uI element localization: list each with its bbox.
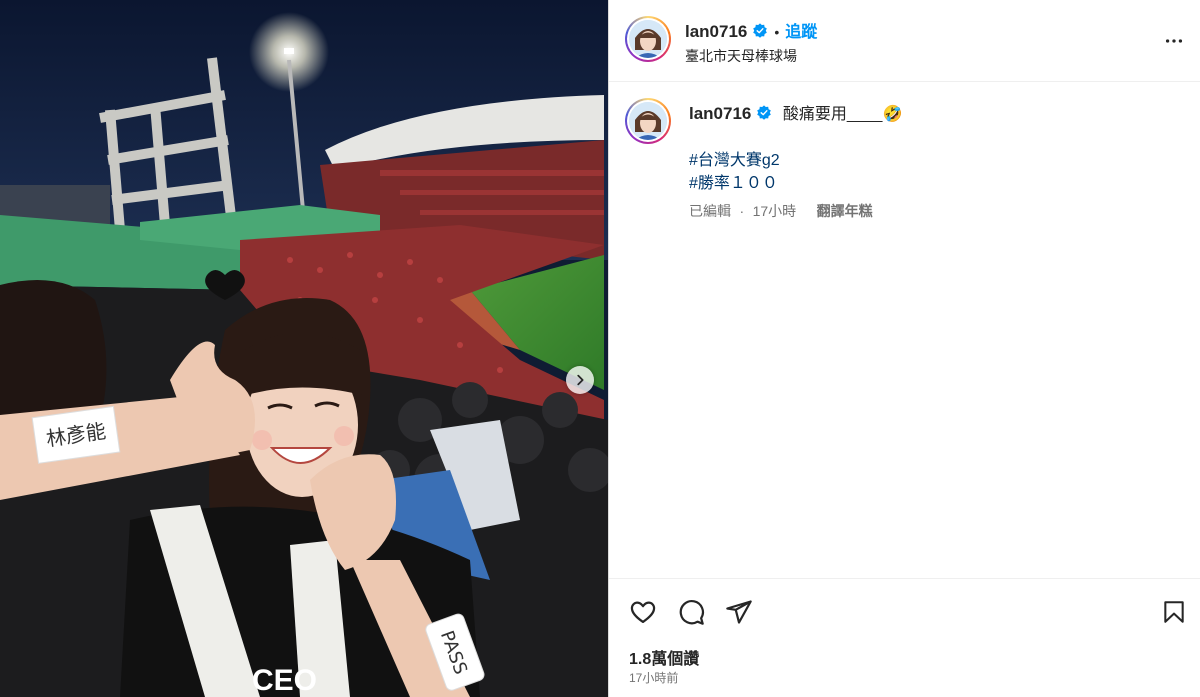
share-icon	[726, 600, 752, 624]
hashtag-link[interactable]: #勝率１００	[689, 172, 1179, 195]
edited-label: 已編輯	[689, 203, 731, 219]
caption-username[interactable]: lan0716	[689, 104, 751, 123]
likes-count[interactable]: 1.8萬個讚	[629, 645, 699, 669]
svg-text:CEO: CEO	[252, 664, 317, 697]
comment-icon	[679, 599, 704, 625]
next-image-button[interactable]	[566, 366, 594, 394]
chevron-right-icon	[577, 374, 584, 386]
caption-verified-badge-icon	[757, 105, 772, 120]
translate-button[interactable]: 翻譯年糕	[817, 203, 873, 219]
bookmark-icon	[1164, 601, 1184, 623]
caption-avatar[interactable]	[625, 98, 671, 144]
follow-button[interactable]: 追蹤	[785, 24, 817, 41]
heart-icon	[630, 601, 656, 624]
hashtag-link[interactable]: #台灣大賽g2	[689, 149, 1179, 172]
save-button[interactable]	[1161, 598, 1187, 631]
avatar-image	[629, 20, 667, 58]
meta-separator: ·	[739, 203, 745, 219]
more-options-button[interactable]	[1163, 30, 1185, 57]
comment-button[interactable]	[677, 598, 705, 631]
more-options-icon	[1165, 39, 1183, 43]
post-username[interactable]: lan0716	[685, 22, 747, 41]
verified-badge-icon	[753, 23, 768, 38]
post-location[interactable]: 臺北市天母棒球場	[685, 46, 817, 66]
caption-text: 酸痛要用____🤣	[782, 106, 903, 123]
caption-avatar-image	[629, 102, 667, 140]
post-photo[interactable]: CEO 林彥能 PASS	[0, 0, 608, 697]
avatar[interactable]	[625, 16, 671, 62]
share-button[interactable]	[725, 598, 753, 631]
action-bar: 1.8萬個讚 17小時前	[609, 578, 1200, 697]
post-details-panel: lan0716 • 追蹤 臺北市天母棒球場 lan0716 酸痛要用____🤣 …	[608, 0, 1200, 697]
post-timestamp[interactable]: 17小時前	[629, 669, 678, 686]
header-separator: •	[774, 24, 780, 40]
post-header: lan0716 • 追蹤 臺北市天母棒球場	[609, 0, 1200, 82]
like-button[interactable]	[629, 598, 657, 631]
caption-age[interactable]: 17小時	[753, 203, 797, 219]
stadium-selfie-image: CEO 林彥能 PASS	[0, 0, 608, 697]
